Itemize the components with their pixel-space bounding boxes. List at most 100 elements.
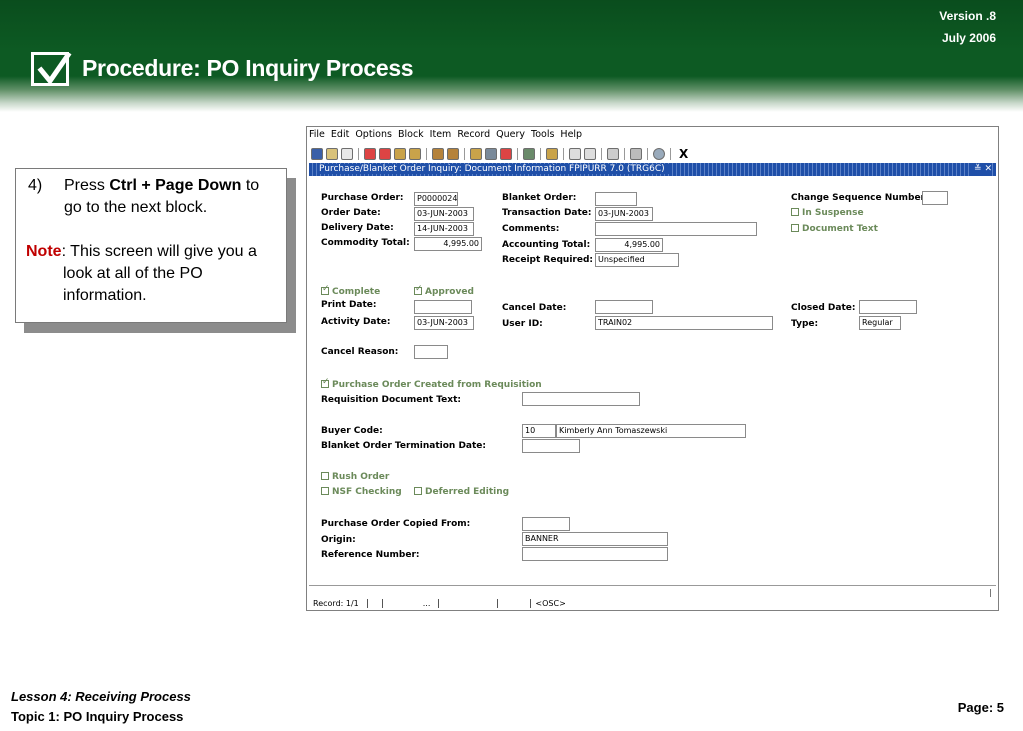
requisition-doc-text-field[interactable]: [522, 392, 640, 406]
enter-query-icon[interactable]: [432, 148, 444, 160]
commodity-total-label: Commodity Total:: [321, 238, 410, 248]
closed-date-label: Closed Date:: [791, 303, 856, 313]
menu-record[interactable]: Record: [457, 129, 490, 145]
approved-checkbox[interactable]: Approved: [414, 284, 474, 297]
type-field[interactable]: Regular: [859, 316, 901, 330]
online-help-icon[interactable]: [630, 148, 642, 160]
cancel-reason-field[interactable]: [414, 345, 448, 359]
reference-number-field[interactable]: [522, 547, 668, 561]
step-text: Press Ctrl + Page Down to go to the next…: [64, 175, 278, 219]
remove-record-icon[interactable]: [500, 148, 512, 160]
cancel-date-field[interactable]: [595, 300, 653, 314]
status-separator: [366, 598, 368, 608]
accounting-total-field[interactable]: 4,995.00: [595, 238, 663, 252]
cancel-date-label: Cancel Date:: [502, 303, 567, 313]
status-row: Record: 1/1 ... <OSC>: [313, 598, 574, 608]
save-icon[interactable]: [311, 148, 323, 160]
insert-record-icon[interactable]: [470, 148, 482, 160]
menu-tools[interactable]: Tools: [531, 129, 554, 145]
commodity-total-field[interactable]: 4,995.00: [414, 237, 482, 251]
po-from-requisition-checkbox[interactable]: Purchase Order Created from Requisition: [321, 377, 542, 390]
toolbar-separator: [426, 148, 427, 160]
step-key: Ctrl + Page Down: [109, 177, 242, 194]
toolbar-separator: [540, 148, 541, 160]
form-titlebar: Purchase/Blanket Order Inquiry: Document…: [309, 163, 996, 176]
toolbar-separator: [601, 148, 602, 160]
toolbar: X: [311, 146, 688, 162]
window-controls-icon[interactable]: ≚ ✕: [970, 163, 992, 176]
receipt-required-field[interactable]: Unspecified: [595, 253, 679, 267]
po-copied-from-field[interactable]: [522, 517, 570, 531]
po-from-requisition-label: Purchase Order Created from Requisition: [332, 380, 542, 390]
delivery-date-field[interactable]: 14-JUN-2003: [414, 222, 474, 236]
toolbar-separator: [624, 148, 625, 160]
buyer-code-label: Buyer Code:: [321, 426, 383, 436]
navigate-icon[interactable]: [523, 148, 535, 160]
menu-file[interactable]: File: [309, 129, 325, 145]
complete-checkbox[interactable]: Complete: [321, 284, 380, 297]
rush-order-label: Rush Order: [332, 472, 390, 482]
blanket-termination-label: Blanket Order Termination Date:: [321, 441, 487, 451]
buyer-name-field[interactable]: Kimberly Ann Tomaszewski: [556, 424, 746, 438]
page-number: Page: 5: [957, 700, 1004, 715]
activity-date-field[interactable]: 03-JUN-2003: [414, 316, 474, 330]
menu-options[interactable]: Options: [355, 129, 392, 145]
menu-edit[interactable]: Edit: [331, 129, 349, 145]
status-separator: [438, 598, 440, 608]
hint-line: [313, 589, 991, 597]
next-block-icon[interactable]: [379, 148, 391, 160]
record-indicator: Record: 1/1: [313, 598, 359, 608]
nsf-checking-checkbox[interactable]: NSF Checking: [321, 487, 402, 497]
document-text-checkbox[interactable]: Document Text: [791, 224, 878, 234]
step-prefix: Press: [64, 177, 110, 194]
user-id-label: User ID:: [502, 319, 543, 329]
in-suspense-checkbox[interactable]: In Suspense: [791, 208, 864, 218]
execute-query-icon[interactable]: [447, 148, 459, 160]
nsf-checking-label: NSF Checking: [332, 487, 402, 497]
slide-header: Version .8 July 2006 Procedure: PO Inqui…: [0, 0, 1023, 112]
options-icon[interactable]: [584, 148, 596, 160]
print-date-field[interactable]: [414, 300, 472, 314]
rush-order-checkbox[interactable]: Rush Order: [321, 472, 389, 482]
comments-label: Comments:: [502, 224, 560, 234]
status-bar: Record: 1/1 ... <OSC>: [309, 585, 996, 609]
next-record-icon[interactable]: [409, 148, 421, 160]
transaction-date-field[interactable]: 03-JUN-2003: [595, 207, 653, 221]
blanket-order-field[interactable]: [595, 192, 637, 206]
comments-field[interactable]: [595, 222, 757, 236]
deferred-editing-checkbox[interactable]: Deferred Editing: [414, 487, 509, 497]
list-values-icon[interactable]: [485, 148, 497, 160]
menu-item[interactable]: Item: [430, 129, 452, 145]
requisition-doc-text-label: Requisition Document Text:: [321, 395, 461, 405]
slide-title: Procedure: PO Inquiry Process: [82, 55, 414, 81]
menu-query[interactable]: Query: [496, 129, 525, 145]
menu-help[interactable]: Help: [560, 129, 582, 145]
blanket-termination-field[interactable]: [522, 439, 580, 453]
change-sequence-field[interactable]: [922, 191, 948, 205]
previous-record-icon[interactable]: [394, 148, 406, 160]
help-icon[interactable]: [653, 148, 665, 160]
instruction-callout: 4) Press Ctrl + Page Down to go to the n…: [15, 168, 287, 323]
po-copied-from-label: Purchase Order Copied From:: [321, 519, 471, 529]
previous-block-icon[interactable]: [364, 148, 376, 160]
checkbox-icon: [414, 487, 422, 495]
user-id-field[interactable]: TRAIN02: [595, 316, 773, 330]
version-date: July 2006: [941, 31, 996, 45]
delivery-date-label: Delivery Date:: [321, 223, 394, 233]
status-separator: [530, 598, 532, 608]
order-date-field[interactable]: 03-JUN-2003: [414, 207, 474, 221]
transaction-date-label: Transaction Date:: [502, 208, 592, 218]
buyer-code-field[interactable]: 10: [522, 424, 556, 438]
dynamic-help-icon[interactable]: [607, 148, 619, 160]
rollback-icon[interactable]: [326, 148, 338, 160]
form-title: Purchase/Blanket Order Inquiry: Document…: [319, 164, 671, 174]
print-icon[interactable]: [546, 148, 558, 160]
origin-field[interactable]: BANNER: [522, 532, 668, 546]
print-screen-icon[interactable]: [341, 148, 353, 160]
closed-date-field[interactable]: [859, 300, 917, 314]
item-properties-icon[interactable]: [569, 148, 581, 160]
exit-button[interactable]: X: [679, 147, 688, 161]
menu-block[interactable]: Block: [398, 129, 424, 145]
purchase-order-field[interactable]: P0000024: [414, 192, 458, 206]
step-number: 4): [28, 177, 43, 194]
